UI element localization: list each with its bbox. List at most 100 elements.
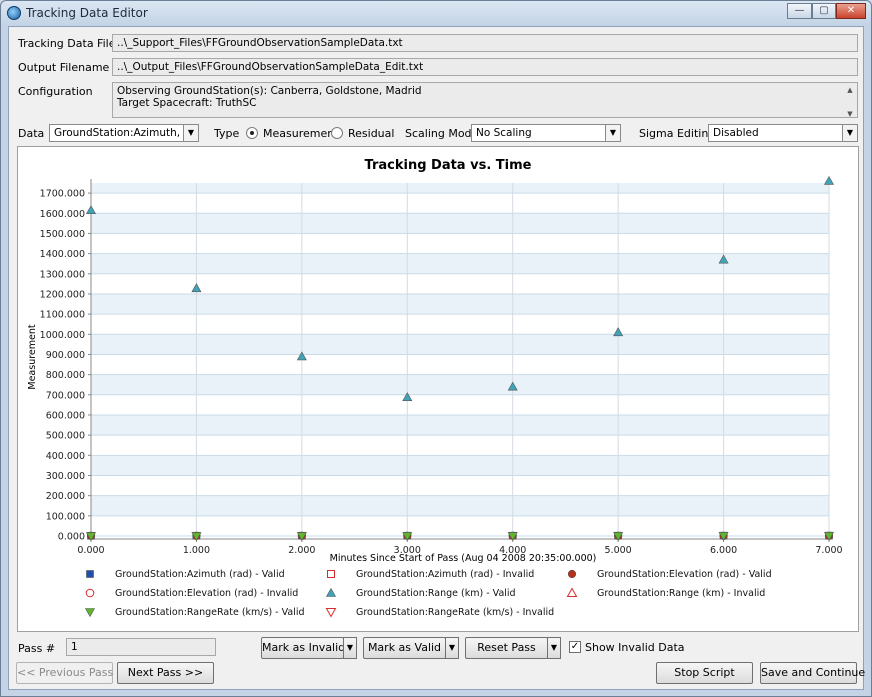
legend-entry-label: GroundStation:Azimuth (rad) - Valid [115,569,285,580]
type-label: Type [214,127,240,140]
y-tick-label: 900.000 [46,350,85,361]
show-invalid-data-checkbox[interactable]: ✓ [569,641,581,653]
data-point-triangle[interactable] [823,175,835,185]
y-tick-label: 1600.000 [40,209,85,220]
plot-band [91,293,829,315]
chevron-down-icon: ▼ [605,125,620,141]
x-tick-label: 2.000 [288,545,315,556]
scaling-mode-label: Scaling Mode [405,127,479,140]
data-select-value: GroundStation:Azimuth, Gr... [54,127,199,139]
x-tick-label: 6.000 [710,545,737,556]
plot-band [91,374,829,395]
legend-entry-label: GroundStation:RangeRate (km/s) - Invalid [356,607,554,618]
plot-band [91,495,829,516]
legend-entry-label: GroundStation:Azimuth (rad) - Invalid [356,569,534,580]
y-tick-label: 700.000 [46,390,85,401]
pass-number-label: Pass # [18,642,56,655]
minimize-button[interactable]: — [787,3,812,19]
legend-entry-label: GroundStation:Elevation (rad) - Valid [597,569,772,580]
plot-band [91,213,829,234]
reset-pass-button[interactable]: Reset Pass [465,637,548,659]
editor-client-area: Tracking Data File ..\_Support_Files\FFG… [8,26,865,690]
y-tick-label: 800.000 [46,370,85,381]
legend-entry-label: GroundStation:Range (km) - Valid [356,588,516,599]
mark-as-valid-menu-button[interactable]: ▼ [445,637,459,659]
chevron-down-icon: ▼ [183,125,198,141]
x-axis-label: Minutes Since Start of Pass (Aug 04 2008… [330,553,597,564]
mark-as-invalid-button[interactable]: Mark as Invalid [261,637,345,659]
x-tick-label: 0.000 [77,545,104,556]
pass-number-field: 1 [66,638,216,656]
y-tick-label: 0.000 [58,532,85,543]
y-tick-label: 600.000 [46,410,85,421]
legend-marker-triangle-down [325,608,337,618]
reset-pass-menu-button[interactable]: ▼ [547,637,561,659]
type-measurement-radio[interactable] [246,127,258,139]
chart-title: Tracking Data vs. Time [365,158,532,173]
tracking-data-chart[interactable]: 0.000 100.000 200.000 300.000 400.000 500.000… [18,147,858,631]
next-pass-button[interactable]: Next Pass >> [117,662,214,684]
title-bar[interactable]: Tracking Data Editor — ▢ ✕ [1,1,871,25]
y-tick-label: 500.000 [46,431,85,442]
x-tick-label: 7.000 [815,545,842,556]
y-tick-label: 200.000 [46,491,85,502]
plot-band [91,334,829,355]
save-and-continue-button[interactable]: Save and Continue [760,662,865,684]
legend-entry-label: GroundStation:RangeRate (km/s) - Valid [115,607,305,618]
chart-legend: GroundStation:Azimuth (rad) - Valid Groun… [84,569,772,618]
maximize-button[interactable]: ▢ [812,3,836,19]
plot-band [91,414,829,436]
data-select[interactable]: GroundStation:Azimuth, Gr... ▼ [49,124,199,142]
legend-marker-circle [85,588,95,598]
plot-area-bands [91,183,829,536]
y-tick-label: 400.000 [46,451,85,462]
sigma-editing-label: Sigma Editing [639,127,716,140]
plot-area [91,183,829,536]
previous-pass-button[interactable]: << Previous Pass [16,662,113,684]
chart-panel[interactable]: 0.000 100.000 200.000 300.000 400.000 500.000… [17,146,859,632]
configuration-line-spacecraft: Target Spacecraft: TruthSC [117,97,257,109]
data-label: Data [18,127,45,140]
y-axis-label: Measurement [27,324,38,389]
legend-marker-triangle [325,587,337,597]
configuration-scrollbar[interactable]: ▲ ▼ [844,84,856,118]
type-residual-radio[interactable] [331,127,343,139]
legend-marker-square [86,570,94,578]
plot-band [91,183,829,194]
show-invalid-data-label[interactable]: Show Invalid Data [585,641,685,654]
type-residual-label[interactable]: Residual [348,127,394,140]
y-tick-label: 1500.000 [40,229,85,240]
y-tick-label: 1100.000 [40,310,85,321]
legend-marker-triangle-down [84,608,96,618]
configuration-box: Observing GroundStation(s): Canberra, Go… [112,82,858,118]
stop-script-button[interactable]: Stop Script [656,662,753,684]
configuration-label: Configuration [18,85,93,98]
y-tick-label: 1300.000 [40,269,85,280]
legend-marker-square [327,570,335,578]
sigma-editing-value: Disabled [713,127,759,139]
y-tick-label: 1200.000 [40,289,85,300]
configuration-line-stations: Observing GroundStation(s): Canberra, Go… [117,85,422,97]
y-axis-ticks: 0.000 100.000 200.000 300.000 400.000 500.000… [40,189,91,543]
sigma-editing-select[interactable]: Disabled ▼ [708,124,858,142]
mark-as-invalid-menu-button[interactable]: ▼ [343,637,357,659]
scaling-mode-select[interactable]: No Scaling ▼ [471,124,621,142]
app-globe-icon [7,6,21,20]
close-button[interactable]: ✕ [836,3,866,19]
chevron-down-icon: ▼ [842,125,857,141]
x-tick-label: 5.000 [605,545,632,556]
y-tick-label: 100.000 [46,511,85,522]
scaling-mode-value: No Scaling [476,127,532,139]
y-tick-label: 1400.000 [40,249,85,260]
window-title: Tracking Data Editor [26,6,148,20]
plot-band [91,455,829,476]
output-filename-field: ..\_Output_Files\FFGroundObservationSamp… [112,58,858,76]
y-tick-label: 300.000 [46,471,85,482]
type-measurement-label[interactable]: Measurement [263,127,339,140]
mark-as-valid-button[interactable]: Mark as Valid [363,637,446,659]
output-filename-label: Output Filename [18,61,110,74]
legend-marker-circle [567,569,577,579]
legend-entry-label: GroundStation:Range (km) - Invalid [597,588,765,599]
plot-band [91,253,829,274]
x-tick-label: 1.000 [183,545,210,556]
